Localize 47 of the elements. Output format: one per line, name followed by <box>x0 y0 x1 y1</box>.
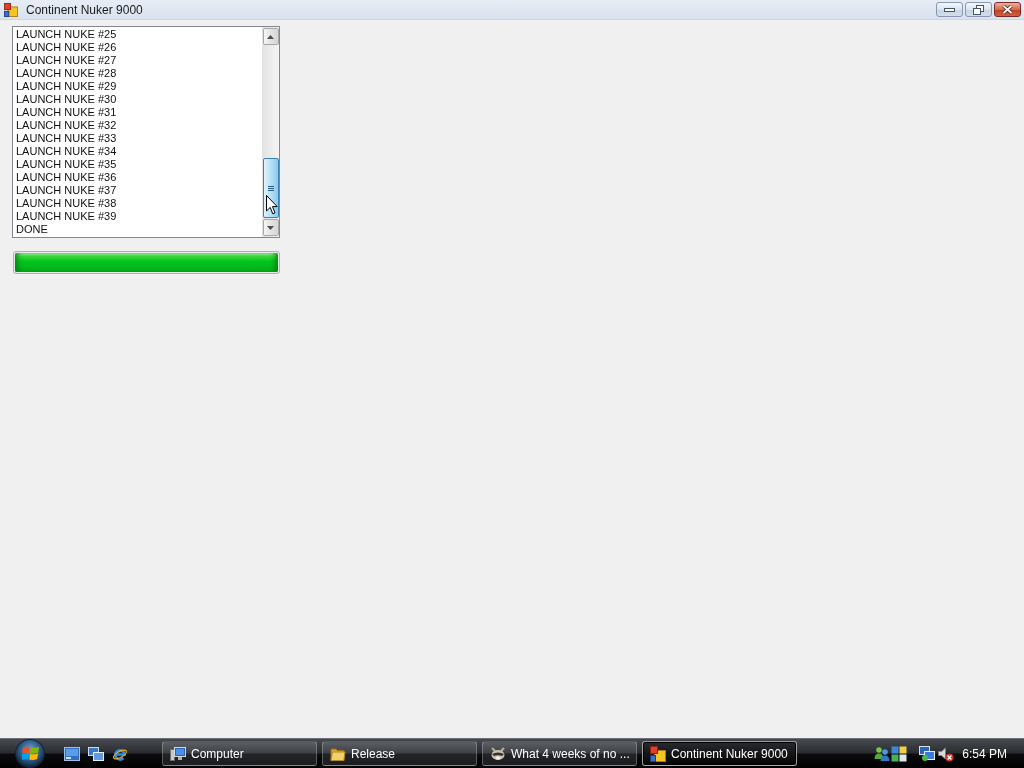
clock[interactable]: 6:54 PM <box>962 746 1007 761</box>
muted-speaker-icon[interactable] <box>938 745 955 762</box>
list-item[interactable]: LAUNCH NUKE #30 <box>16 93 262 106</box>
start-button[interactable] <box>15 739 45 768</box>
list-item[interactable]: DONE <box>16 223 262 236</box>
scroll-down-button[interactable] <box>262 219 279 236</box>
windows-logo-icon <box>21 746 39 761</box>
list-item[interactable]: LAUNCH NUKE #25 <box>16 28 262 41</box>
scroll-up-button[interactable] <box>262 28 279 45</box>
network-icon[interactable] <box>919 745 936 762</box>
animal-face-icon <box>490 745 506 762</box>
list-item[interactable]: LAUNCH NUKE #37 <box>16 184 262 197</box>
close-icon <box>1002 5 1013 14</box>
minimize-icon <box>944 7 955 12</box>
taskbar-button[interactable]: What 4 weeks of no ... <box>482 741 637 766</box>
computer-icon <box>170 745 186 762</box>
list-item[interactable]: LAUNCH NUKE #34 <box>16 145 262 158</box>
tiles-icon[interactable] <box>891 745 908 762</box>
restore-icon <box>973 4 984 15</box>
minimize-button[interactable] <box>936 2 963 17</box>
list-item[interactable]: LAUNCH NUKE #27 <box>16 54 262 67</box>
switch-windows-icon[interactable] <box>88 746 104 761</box>
list-item[interactable]: LAUNCH NUKE #38 <box>16 197 262 210</box>
list-item[interactable]: LAUNCH NUKE #36 <box>16 171 262 184</box>
list-item[interactable]: LAUNCH NUKE #26 <box>16 41 262 54</box>
scrollbar-track[interactable] <box>262 27 279 237</box>
list-item[interactable]: LAUNCH NUKE #28 <box>16 67 262 80</box>
taskbar-button[interactable]: Computer <box>162 741 317 766</box>
close-button[interactable] <box>994 2 1021 17</box>
list-item[interactable]: LAUNCH NUKE #33 <box>16 132 262 145</box>
desktop-icon[interactable] <box>64 746 80 761</box>
down-arrow-icon <box>267 225 274 230</box>
taskbar-button[interactable]: Continent Nuker 9000 <box>642 741 797 766</box>
grip-icon <box>267 185 274 191</box>
folder-icon <box>330 745 346 762</box>
app-window-icon <box>650 745 666 762</box>
people-icon[interactable] <box>874 745 891 762</box>
list-item[interactable]: LAUNCH NUKE #29 <box>16 80 262 93</box>
restore-button[interactable] <box>965 2 992 17</box>
app-window-icon[interactable] <box>4 2 18 17</box>
list-item[interactable]: LAUNCH NUKE #35 <box>16 158 262 171</box>
taskbar-button[interactable]: Release <box>322 741 477 766</box>
list-item[interactable]: LAUNCH NUKE #39 <box>16 210 262 223</box>
up-arrow-icon <box>267 34 274 39</box>
list-item[interactable]: LAUNCH NUKE #31 <box>16 106 262 119</box>
list-item[interactable]: LAUNCH NUKE #32 <box>16 119 262 132</box>
window-title: Continent Nuker 9000 <box>26 2 143 17</box>
